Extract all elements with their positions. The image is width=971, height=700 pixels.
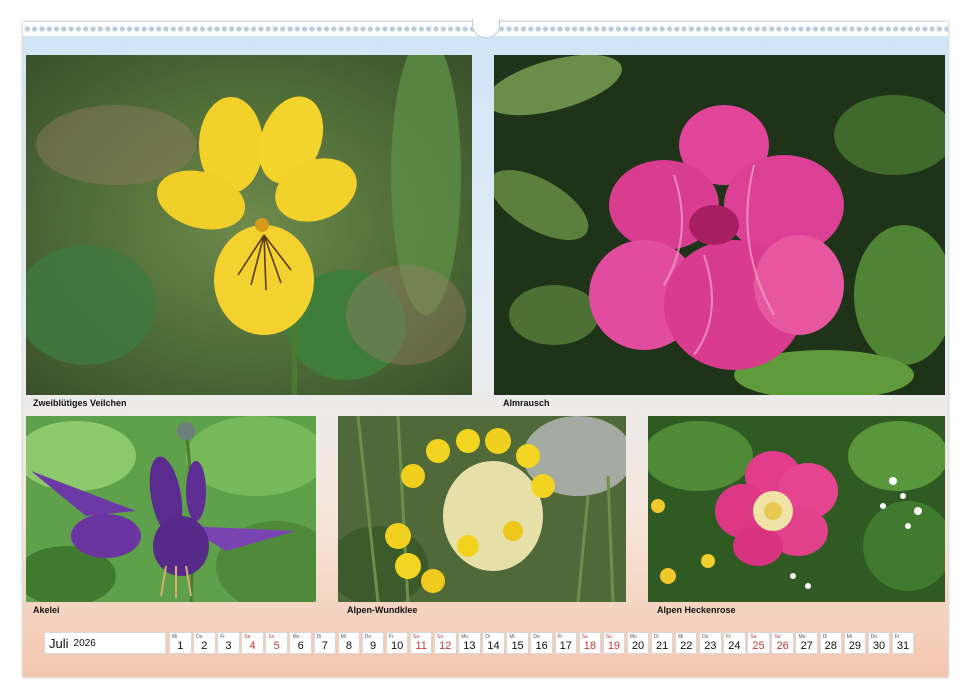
calendar-day-cell: Mo 27 xyxy=(795,632,818,654)
caption-almrausch: Almrausch xyxy=(503,398,550,408)
calendar-day-cell: Mo 6 xyxy=(289,632,312,654)
calendar-day-cell: So 19 xyxy=(602,632,626,654)
calendar-day-number: 26 xyxy=(776,640,789,652)
calendar-day-number: 3 xyxy=(225,640,232,652)
calendar-day-number: 6 xyxy=(297,640,304,652)
caption-zweibluetiges-veilchen: Zweiblütiges Veilchen xyxy=(33,398,127,408)
calendar-day-cell: Fr 31 xyxy=(891,632,915,654)
calendar-day-number: 4 xyxy=(249,640,256,652)
calendar-day-cell: Do 2 xyxy=(193,632,216,654)
calendar-day-cell: Do 23 xyxy=(699,632,722,654)
calendar-day-number: 19 xyxy=(607,640,621,652)
calendar-day-cell: Do 30 xyxy=(867,632,891,654)
calendar-day-number: 27 xyxy=(800,640,813,652)
calendar-day-cell: Do 9 xyxy=(361,632,385,654)
calendar-day-number: 9 xyxy=(369,640,377,652)
calendar-day-cell: Mi 8 xyxy=(337,632,361,654)
calendar-day-number: 18 xyxy=(583,640,596,652)
calendar-day-number: 12 xyxy=(439,640,452,652)
calendar-day-cell: Sa 25 xyxy=(747,632,770,654)
calendar-day-cell: So 5 xyxy=(265,632,288,654)
calendar-day-cell: Do 16 xyxy=(530,632,553,654)
calendar-day-number: 29 xyxy=(848,640,861,652)
calendar-day-number: 21 xyxy=(656,640,669,652)
calendar-day-number: 20 xyxy=(631,640,645,652)
calendar-day-number: 17 xyxy=(559,640,572,652)
calendar-day-cell: Di 7 xyxy=(313,632,337,654)
calendar-day-cell: Di 14 xyxy=(482,632,505,654)
photo-akelei xyxy=(26,416,316,602)
photo-alpen-wundklee xyxy=(338,416,626,602)
month-label-box: Juli 2026 xyxy=(44,632,166,654)
photo-almrausch xyxy=(494,55,945,395)
calendar-strip: Juli 2026 Mi 1 Do 2 Fr 3 Sa 4 So 5 Mo 6 Di 7 Mi 8 Do 9 Fr 1… xyxy=(44,632,927,656)
calendar-day-number: 10 xyxy=(390,640,404,652)
calendar-day-number: 25 xyxy=(752,640,765,652)
calendar-day-number: 7 xyxy=(321,640,328,652)
calendar-day-number: 1 xyxy=(177,640,184,652)
calendar-day-cell: Di 21 xyxy=(650,632,674,654)
photo-alpen-heckenrose xyxy=(648,416,945,602)
month-name: Juli xyxy=(49,635,69,651)
calendar-day-cell: Fr 3 xyxy=(217,632,240,654)
calendar-day-cell: Mo 13 xyxy=(458,632,481,654)
calendar-day-number: 13 xyxy=(463,640,476,652)
caption-alpen-wundklee: Alpen-Wundklee xyxy=(347,605,418,615)
calendar-day-cell: Mi 15 xyxy=(506,632,529,654)
calendar-day-cell: Di 28 xyxy=(819,632,843,654)
calendar-day-cell: Sa 4 xyxy=(241,632,264,654)
caption-akelei: Akelei xyxy=(33,605,60,615)
calendar-day-number: 31 xyxy=(896,640,910,652)
photo-zweibluetiges-veilchen xyxy=(26,55,472,395)
calendar-day-cell: Mi 29 xyxy=(843,632,867,654)
calendar-day-number: 2 xyxy=(201,640,208,652)
calendar-day-cell: Sa 18 xyxy=(578,632,602,654)
calendar-day-cell: Fr 24 xyxy=(723,632,746,654)
calendar-day-number: 28 xyxy=(824,640,837,652)
caption-alpen-heckenrose: Alpen Heckenrose xyxy=(657,605,736,615)
calendar-day-number: 24 xyxy=(728,640,741,652)
calendar-day-number: 11 xyxy=(415,640,427,652)
month-year: 2026 xyxy=(73,637,96,649)
calendar-day-number: 15 xyxy=(511,640,524,652)
calendar-day-cell: Fr 17 xyxy=(554,632,577,654)
calendar-day-cell: Mi 1 xyxy=(169,632,192,654)
calendar-day-number: 14 xyxy=(487,640,500,652)
calendar-day-number: 22 xyxy=(680,640,693,652)
calendar-day-number: 8 xyxy=(345,640,352,652)
calendar-day-number: 23 xyxy=(704,640,717,652)
calendar-page: Zweiblütiges Veilchen Almrausch Akelei A… xyxy=(23,19,948,677)
calendar-day-number: 5 xyxy=(273,640,280,652)
calendar-day-cell: So 26 xyxy=(771,632,794,654)
calendar-day-number: 30 xyxy=(872,640,886,652)
calendar-day-number: 16 xyxy=(535,640,548,652)
calendar-day-cell: Sa 11 xyxy=(409,632,433,654)
calendar-day-cell: Mo 20 xyxy=(626,632,650,654)
calendar-day-cell: So 12 xyxy=(434,632,457,654)
calendar-day-cell: Mi 22 xyxy=(674,632,698,654)
calendar-day-cell: Fr 10 xyxy=(385,632,409,654)
